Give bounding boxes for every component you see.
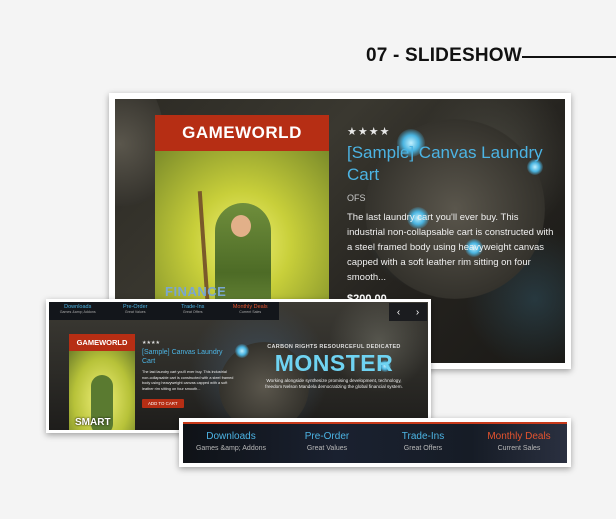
mini-product-title[interactable]: [Sample] Canvas Laundry Cart bbox=[142, 348, 234, 366]
mini-nav-sub: Great Values bbox=[124, 310, 146, 314]
mini-nav-item-monthly-deals[interactable]: Monthly Deals Current Sales bbox=[222, 302, 280, 320]
mini-nav-sub: Current Sales bbox=[239, 310, 262, 314]
card-caption: FINANCE bbox=[165, 284, 227, 299]
slider-arrows: ‹ › bbox=[389, 303, 427, 321]
mini-nav-item-pre-order[interactable]: Pre-Order Great Values bbox=[107, 302, 165, 320]
product-info: ★★★★ [Sample] Canvas Laundry Cart OFS Th… bbox=[347, 125, 557, 305]
nav-bar: Downloads Games &amp; Addons Pre-Order Gre… bbox=[183, 422, 567, 463]
chevron-left-icon[interactable]: ‹ bbox=[397, 307, 400, 318]
nav-sub: Games &amp; Addons bbox=[195, 445, 267, 452]
mini-nav-item-downloads[interactable]: Downloads Games &amp; Addons bbox=[49, 302, 107, 320]
nav-sub: Great Offers bbox=[403, 445, 443, 452]
mini-card-banner: GAMEWORLD bbox=[69, 334, 135, 351]
mini-card-caption: SMART bbox=[75, 417, 111, 428]
heading-divider bbox=[522, 56, 616, 58]
nav-sub: Great Values bbox=[306, 445, 348, 452]
nav-item-trade-ins[interactable]: Trade-Ins Great Offers bbox=[375, 424, 471, 463]
nav-item-pre-order[interactable]: Pre-Order Great Values bbox=[279, 424, 375, 463]
mini-nav-item-trade-ins[interactable]: Trade-Ins Great Offers bbox=[164, 302, 222, 320]
promo-block: CARBON RIGHTS RESOURCEFUL DEDICATED MONS… bbox=[259, 344, 409, 390]
character-face bbox=[231, 215, 251, 237]
nav-item-monthly-deals[interactable]: Monthly Deals Current Sales bbox=[471, 424, 567, 463]
product-vendor: OFS bbox=[347, 193, 366, 203]
nav-sub: Current Sales bbox=[497, 445, 541, 452]
mini-nav-sub: Games &amp; Addons bbox=[59, 310, 96, 314]
mini-slide: GAMEWORLD SMART ★★★★ [Sample] Canvas Lau… bbox=[49, 302, 428, 430]
nav-item-downloads[interactable]: Downloads Games &amp; Addons bbox=[183, 424, 279, 463]
mini-product-card-image[interactable]: GAMEWORLD SMART bbox=[69, 334, 135, 430]
add-to-cart-button[interactable]: ADD TO CART bbox=[142, 399, 184, 409]
mini-product-description: The last laundry cart you'll ever buy. T… bbox=[142, 370, 234, 391]
product-card-image[interactable]: GAMEWORLD FINANCE bbox=[155, 115, 329, 305]
product-description: The last laundry cart you'll ever buy. T… bbox=[347, 212, 554, 283]
nav-label: Pre-Order bbox=[304, 431, 350, 442]
promo-title: MONSTER bbox=[274, 350, 394, 376]
nav-label: Downloads bbox=[206, 431, 256, 442]
product-title[interactable]: [Sample] Canvas Laundry Cart bbox=[347, 142, 557, 186]
glow-light bbox=[235, 344, 249, 358]
mini-nav-sub: Great Offers bbox=[182, 310, 203, 314]
chevron-right-icon[interactable]: › bbox=[416, 307, 419, 318]
section-heading: 07 - SLIDESHOW bbox=[366, 45, 522, 66]
promo-text: Working alongside synthesize promising d… bbox=[265, 378, 403, 389]
mini-slide-frame: GAMEWORLD SMART ★★★★ [Sample] Canvas Lau… bbox=[46, 299, 431, 433]
card-banner: GAMEWORLD bbox=[155, 115, 329, 151]
nav-bar-frame: Downloads Games &amp; Addons Pre-Order Gre… bbox=[179, 418, 571, 467]
mini-top-nav: Downloads Games &amp; Addons Pre-Order Gre… bbox=[49, 302, 279, 320]
nav-label: Trade-Ins bbox=[401, 431, 445, 442]
card-artwork: FINANCE bbox=[155, 151, 329, 305]
nav-label: Monthly Deals bbox=[487, 431, 551, 442]
mini-card-artwork: SMART bbox=[69, 351, 135, 430]
mini-rating-stars: ★★★★ bbox=[142, 340, 160, 346]
rating-stars: ★★★★ bbox=[347, 126, 391, 138]
mini-product-info: ★★★★ [Sample] Canvas Laundry Cart The la… bbox=[142, 340, 234, 410]
